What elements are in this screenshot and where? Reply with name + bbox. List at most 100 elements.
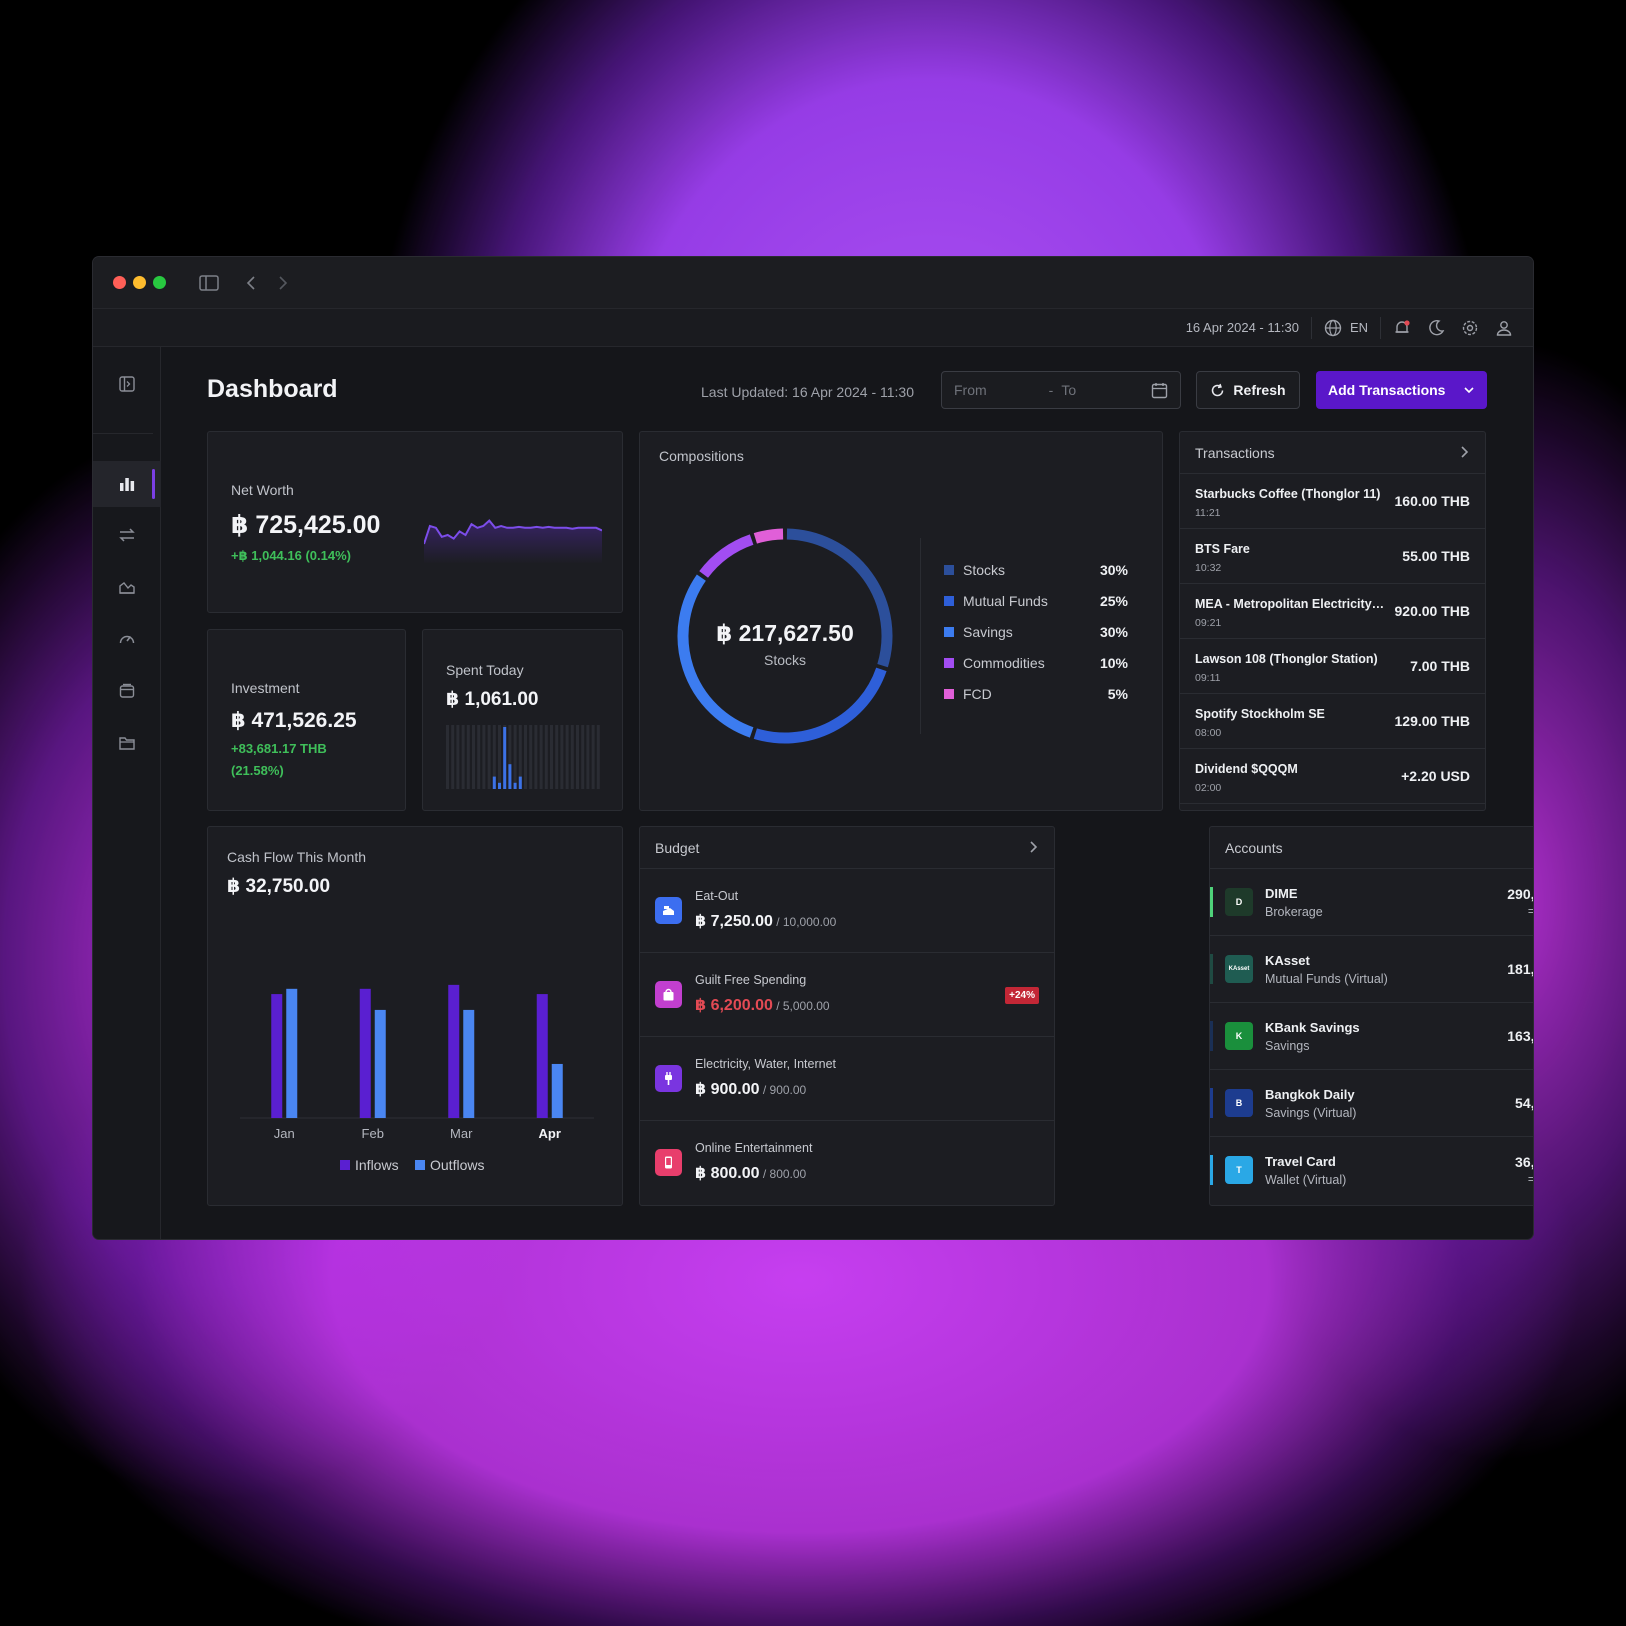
moon-icon[interactable] <box>1427 319 1445 337</box>
budget-row[interactable]: Guilt Free Spending ฿ 6,200.00 / 5,000.00… <box>640 953 1054 1037</box>
account-type: Savings <box>1265 1039 1310 1053</box>
last-updated-text: Last Updated: 16 Apr 2024 - 11:30 <box>701 384 915 400</box>
legend-percent: 30% <box>1099 624 1128 640</box>
account-row[interactable]: K KBank Savings Savings 163,220.63 THB <box>1210 1003 1533 1070</box>
account-balance: 54,406.87 THB <box>1515 1095 1533 1111</box>
back-arrow-icon[interactable] <box>245 275 257 291</box>
top-bar: 16 Apr 2024 - 11:30 EN <box>93 309 1533 347</box>
transactions-header[interactable]: Transactions <box>1180 432 1485 474</box>
to-date-field[interactable]: To <box>1061 382 1076 398</box>
legend-item: Stocks 30% <box>944 560 1128 580</box>
title-bar <box>93 257 1533 309</box>
transaction-row[interactable]: Dividend $QQQM 02:00 +2.20 USD <box>1180 749 1485 804</box>
budget-spent: ฿ 800.00 / 800.00 <box>695 1163 806 1183</box>
budget-spent-value: ฿ 7,250.00 <box>695 913 773 930</box>
forward-arrow-icon[interactable] <box>277 275 289 291</box>
from-date-field[interactable]: From <box>954 382 987 398</box>
legend-item: Commodities 10% <box>944 653 1128 673</box>
chevron-right-icon[interactable] <box>1459 445 1471 462</box>
current-datetime: 16 Apr 2024 - 11:30 <box>1185 320 1299 335</box>
sidebar-item-files[interactable] <box>93 720 161 766</box>
spent-bar-track <box>591 725 595 789</box>
account-type: Mutual Funds (Virtual) <box>1265 972 1388 986</box>
spent-bar-track <box>570 725 574 789</box>
budget-header[interactable]: Budget <box>640 827 1054 869</box>
minimize-window-button[interactable] <box>133 276 146 289</box>
sidebar-item-investments[interactable] <box>93 564 161 610</box>
budget-spent-value: ฿ 800.00 <box>695 1165 760 1182</box>
legend-percent: 5% <box>1107 686 1128 702</box>
transaction-row[interactable]: Starbucks Coffee (Thonglor 11) 11:21 160.0… <box>1180 474 1485 529</box>
sidebar-item-accounts[interactable] <box>93 668 161 714</box>
transactions-title: Transactions <box>1195 444 1275 461</box>
legend-item: Mutual Funds 25% <box>944 591 1128 611</box>
range-separator: - <box>1048 382 1054 398</box>
account-color-strip <box>1210 954 1213 984</box>
outflow-bar-feb <box>374 1009 386 1118</box>
divider <box>1310 316 1312 339</box>
travel-card-logo-icon: T <box>1225 1156 1253 1184</box>
sidebar-item-dashboard[interactable] <box>93 461 161 507</box>
account-balance-usd: = 8,290.57 USD <box>1527 906 1533 918</box>
bangkok-bank-logo-icon: B <box>1225 1089 1253 1117</box>
account-logo-text: T <box>1236 1165 1242 1175</box>
collapse-sidebar-button[interactable] <box>93 361 161 407</box>
transaction-time: 09:11 <box>1195 672 1221 684</box>
budget-limit: / 800.00 <box>759 1167 807 1181</box>
account-balance: 290,170.00 THB <box>1507 886 1533 902</box>
donut-center-label: Stocks <box>763 652 806 668</box>
transaction-row[interactable]: BTS Fare 10:32 55.00 THB <box>1180 529 1485 584</box>
dime-logo-icon: D <box>1225 888 1253 916</box>
budget-row[interactable]: Electricity, Water, Internet ฿ 900.00 / 9… <box>640 1037 1054 1121</box>
date-range-picker[interactable]: From - To <box>941 371 1181 409</box>
account-row[interactable]: T Travel Card Wallet (Virtual) 36,271.25 TH… <box>1210 1137 1533 1204</box>
refresh-button[interactable]: Refresh <box>1196 371 1300 409</box>
budget-row[interactable]: Online Entertainment ฿ 800.00 / 800.00 <box>640 1121 1054 1205</box>
budget-limit-value: 800.00 <box>769 1167 807 1181</box>
globe-icon[interactable] <box>1324 319 1342 337</box>
inflow-bar-mar <box>448 984 460 1118</box>
sidebar-toggle-icon[interactable] <box>199 274 219 291</box>
transaction-row[interactable]: Spotify Stockholm SE 08:00 129.00 THB <box>1180 694 1485 749</box>
account-type: Wallet (Virtual) <box>1265 1173 1347 1187</box>
transaction-time: 08:00 <box>1195 727 1222 739</box>
account-logo-text: D <box>1235 897 1243 907</box>
spent-bar-track <box>596 725 600 789</box>
compositions-card: Compositions ฿ 217,627.50 Stocks Stocks 3… <box>639 431 1163 811</box>
gear-icon[interactable] <box>1461 319 1479 337</box>
account-name: Bangkok Daily <box>1265 1087 1355 1102</box>
transaction-row[interactable]: Lawson 108 (Thonglor Station) 09:11 7.00 T… <box>1180 639 1485 694</box>
budget-row[interactable]: Eat-Out ฿ 7,250.00 / 10,000.00 <box>640 869 1054 953</box>
sidebar-item-budget[interactable] <box>93 616 161 662</box>
user-icon[interactable] <box>1495 319 1513 337</box>
chevron-right-icon[interactable] <box>1028 840 1040 857</box>
close-window-button[interactable] <box>113 276 126 289</box>
accounts-header: Accounts <box>1210 827 1533 869</box>
account-balance-usd: = 1,000.00 USD <box>1527 1174 1533 1186</box>
spent-today-card[interactable]: Spent Today ฿ 1,061.00 <box>422 629 623 811</box>
add-transactions-button[interactable]: Add Transactions <box>1316 371 1487 409</box>
transaction-row[interactable]: MEA - Metropolitan Electricity Authority… <box>1180 584 1485 639</box>
account-name: DIME <box>1265 886 1298 901</box>
sidebar-item-transactions[interactable] <box>93 512 161 558</box>
account-row[interactable]: KAsset KAsset Mutual Funds (Virtual) 181,35… <box>1210 936 1533 1003</box>
spent-bar-track <box>477 725 481 789</box>
investment-card[interactable]: Investment ฿ 471,526.25 +83,681.17 THB (… <box>207 629 406 811</box>
cash-flow-label: Cash Flow This Month <box>227 849 367 865</box>
maximize-window-button[interactable] <box>153 276 166 289</box>
calendar-icon[interactable] <box>1151 382 1168 402</box>
account-row[interactable]: B Bangkok Daily Savings (Virtual) 54,406.87… <box>1210 1070 1533 1137</box>
account-row[interactable]: D DIME Brokerage 290,170.00 THB = 8,290.57 U… <box>1210 869 1533 936</box>
transaction-name: BTS Fare <box>1195 542 1250 556</box>
shopping-bag-icon <box>655 981 682 1008</box>
transactions-card: Transactions Starbucks Coffee (Thonglor … <box>1179 431 1486 811</box>
landscape-chart-icon <box>119 582 135 594</box>
account-color-strip <box>1210 1155 1213 1185</box>
chevron-down-icon[interactable] <box>1463 383 1475 399</box>
bell-icon[interactable] <box>1393 319 1411 337</box>
language-selector[interactable]: EN <box>1350 320 1368 335</box>
compositions-label: Compositions <box>659 448 744 464</box>
net-worth-card[interactable]: Net Worth ฿ 725,425.00 +฿ 1,044.16 (0.14… <box>207 431 623 613</box>
transaction-time: 09:21 <box>1195 617 1222 629</box>
legend-swatch <box>415 1160 425 1170</box>
